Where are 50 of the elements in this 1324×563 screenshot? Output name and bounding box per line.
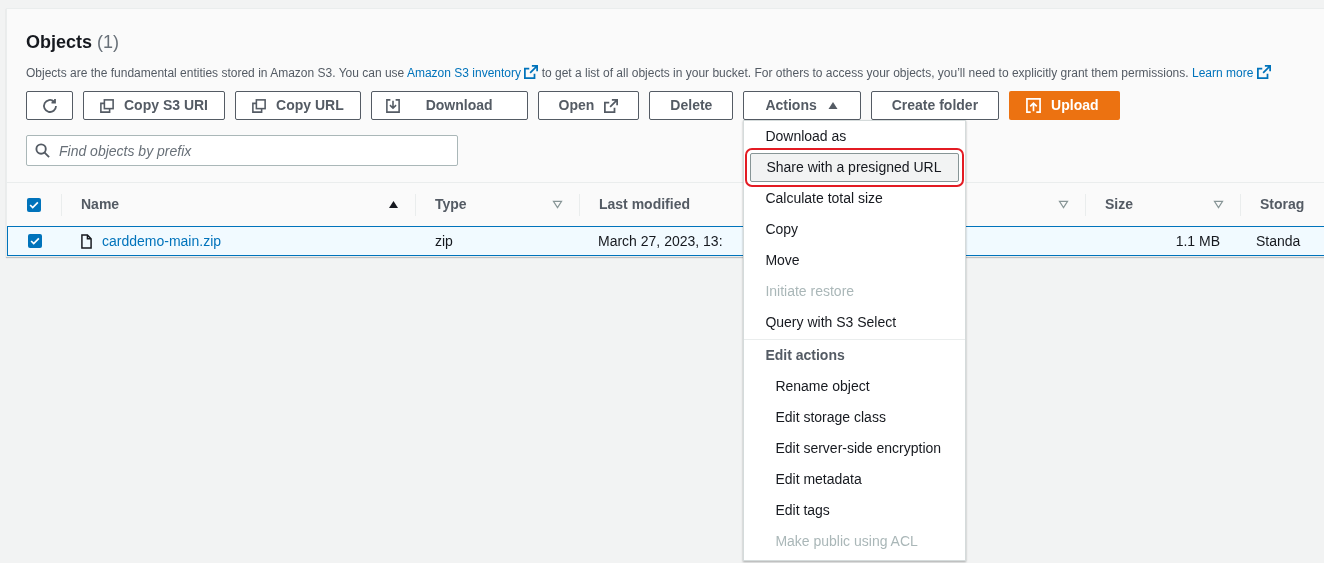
download-icon (385, 98, 400, 113)
menu-item[interactable]: Download as (750, 122, 960, 151)
panel-title: Objects (26, 31, 93, 54)
checkbox[interactable] (27, 234, 42, 248)
search-field[interactable]: Find objects by prefix (26, 135, 458, 166)
upload-icon (1026, 98, 1042, 113)
external-link[interactable]: Amazon S3 inventory (406, 66, 539, 80)
external-link-icon (524, 65, 539, 79)
type-cell: zip (435, 232, 453, 249)
external-link-icon (604, 98, 619, 113)
checkbox[interactable] (27, 197, 41, 212)
copy-icon (252, 98, 266, 113)
last-modified-cell: March 27, 2023, 13: (598, 232, 723, 249)
copy-button[interactable]: Copy S3 URI (83, 91, 225, 120)
open-button[interactable]: Open (537, 91, 640, 120)
external-link-icon (1256, 65, 1271, 79)
panel-description: Objects are the fundamental entities stored in Amazon S3. You can use Amazon S3 inventory to get a list of all objects in your bucket. For others to access your objects, you’ll need to explicitly grant them permissions. Learn more (26, 64, 1324, 82)
toolbar-button[interactable]: Create folder (870, 91, 1000, 120)
column-header[interactable]: Size (1105, 194, 1133, 215)
storage-class-cell: Standa (1256, 232, 1301, 249)
menu-item[interactable]: Calculate total size (750, 184, 960, 213)
external-link[interactable]: Learn more (1191, 66, 1271, 80)
menu-item[interactable]: Edit metadata (750, 465, 960, 494)
size-cell: 1.1 MB (1175, 232, 1220, 249)
column-header[interactable]: Storag (1260, 194, 1305, 215)
menu-item[interactable]: Edit tags (750, 496, 960, 525)
sort-icon[interactable] (1213, 200, 1224, 209)
column-header[interactable]: Last modified (599, 194, 690, 215)
menu-group-heading: Edit actions (764, 346, 846, 365)
copy-button[interactable]: Copy URL (235, 91, 361, 120)
menu-item[interactable]: Edit storage class (750, 403, 960, 432)
menu-item[interactable]: Rename object (750, 372, 960, 401)
menu-item[interactable]: Query with S3 Select (750, 308, 960, 337)
refresh-icon (41, 97, 58, 114)
sort-icon[interactable] (552, 200, 563, 209)
sort-icon[interactable] (1058, 200, 1069, 209)
object-count: (1) (97, 31, 120, 54)
copy-icon (100, 98, 114, 113)
column-header[interactable]: Name (81, 194, 120, 215)
caret-icon (826, 101, 839, 110)
actions-dropdown-button[interactable]: Actions (743, 91, 861, 120)
download-button[interactable]: Download (370, 91, 528, 120)
column-header[interactable]: Type (435, 194, 467, 215)
toolbar-button[interactable]: Delete (649, 91, 734, 120)
file-icon (81, 233, 92, 249)
menu-item[interactable]: Edit server-side encryption (750, 434, 960, 463)
refresh-button[interactable] (26, 91, 73, 120)
search-icon (35, 143, 50, 158)
sort-ascending-icon[interactable] (388, 200, 399, 209)
object-name-link[interactable]: carddemo-main.zip (102, 230, 222, 252)
